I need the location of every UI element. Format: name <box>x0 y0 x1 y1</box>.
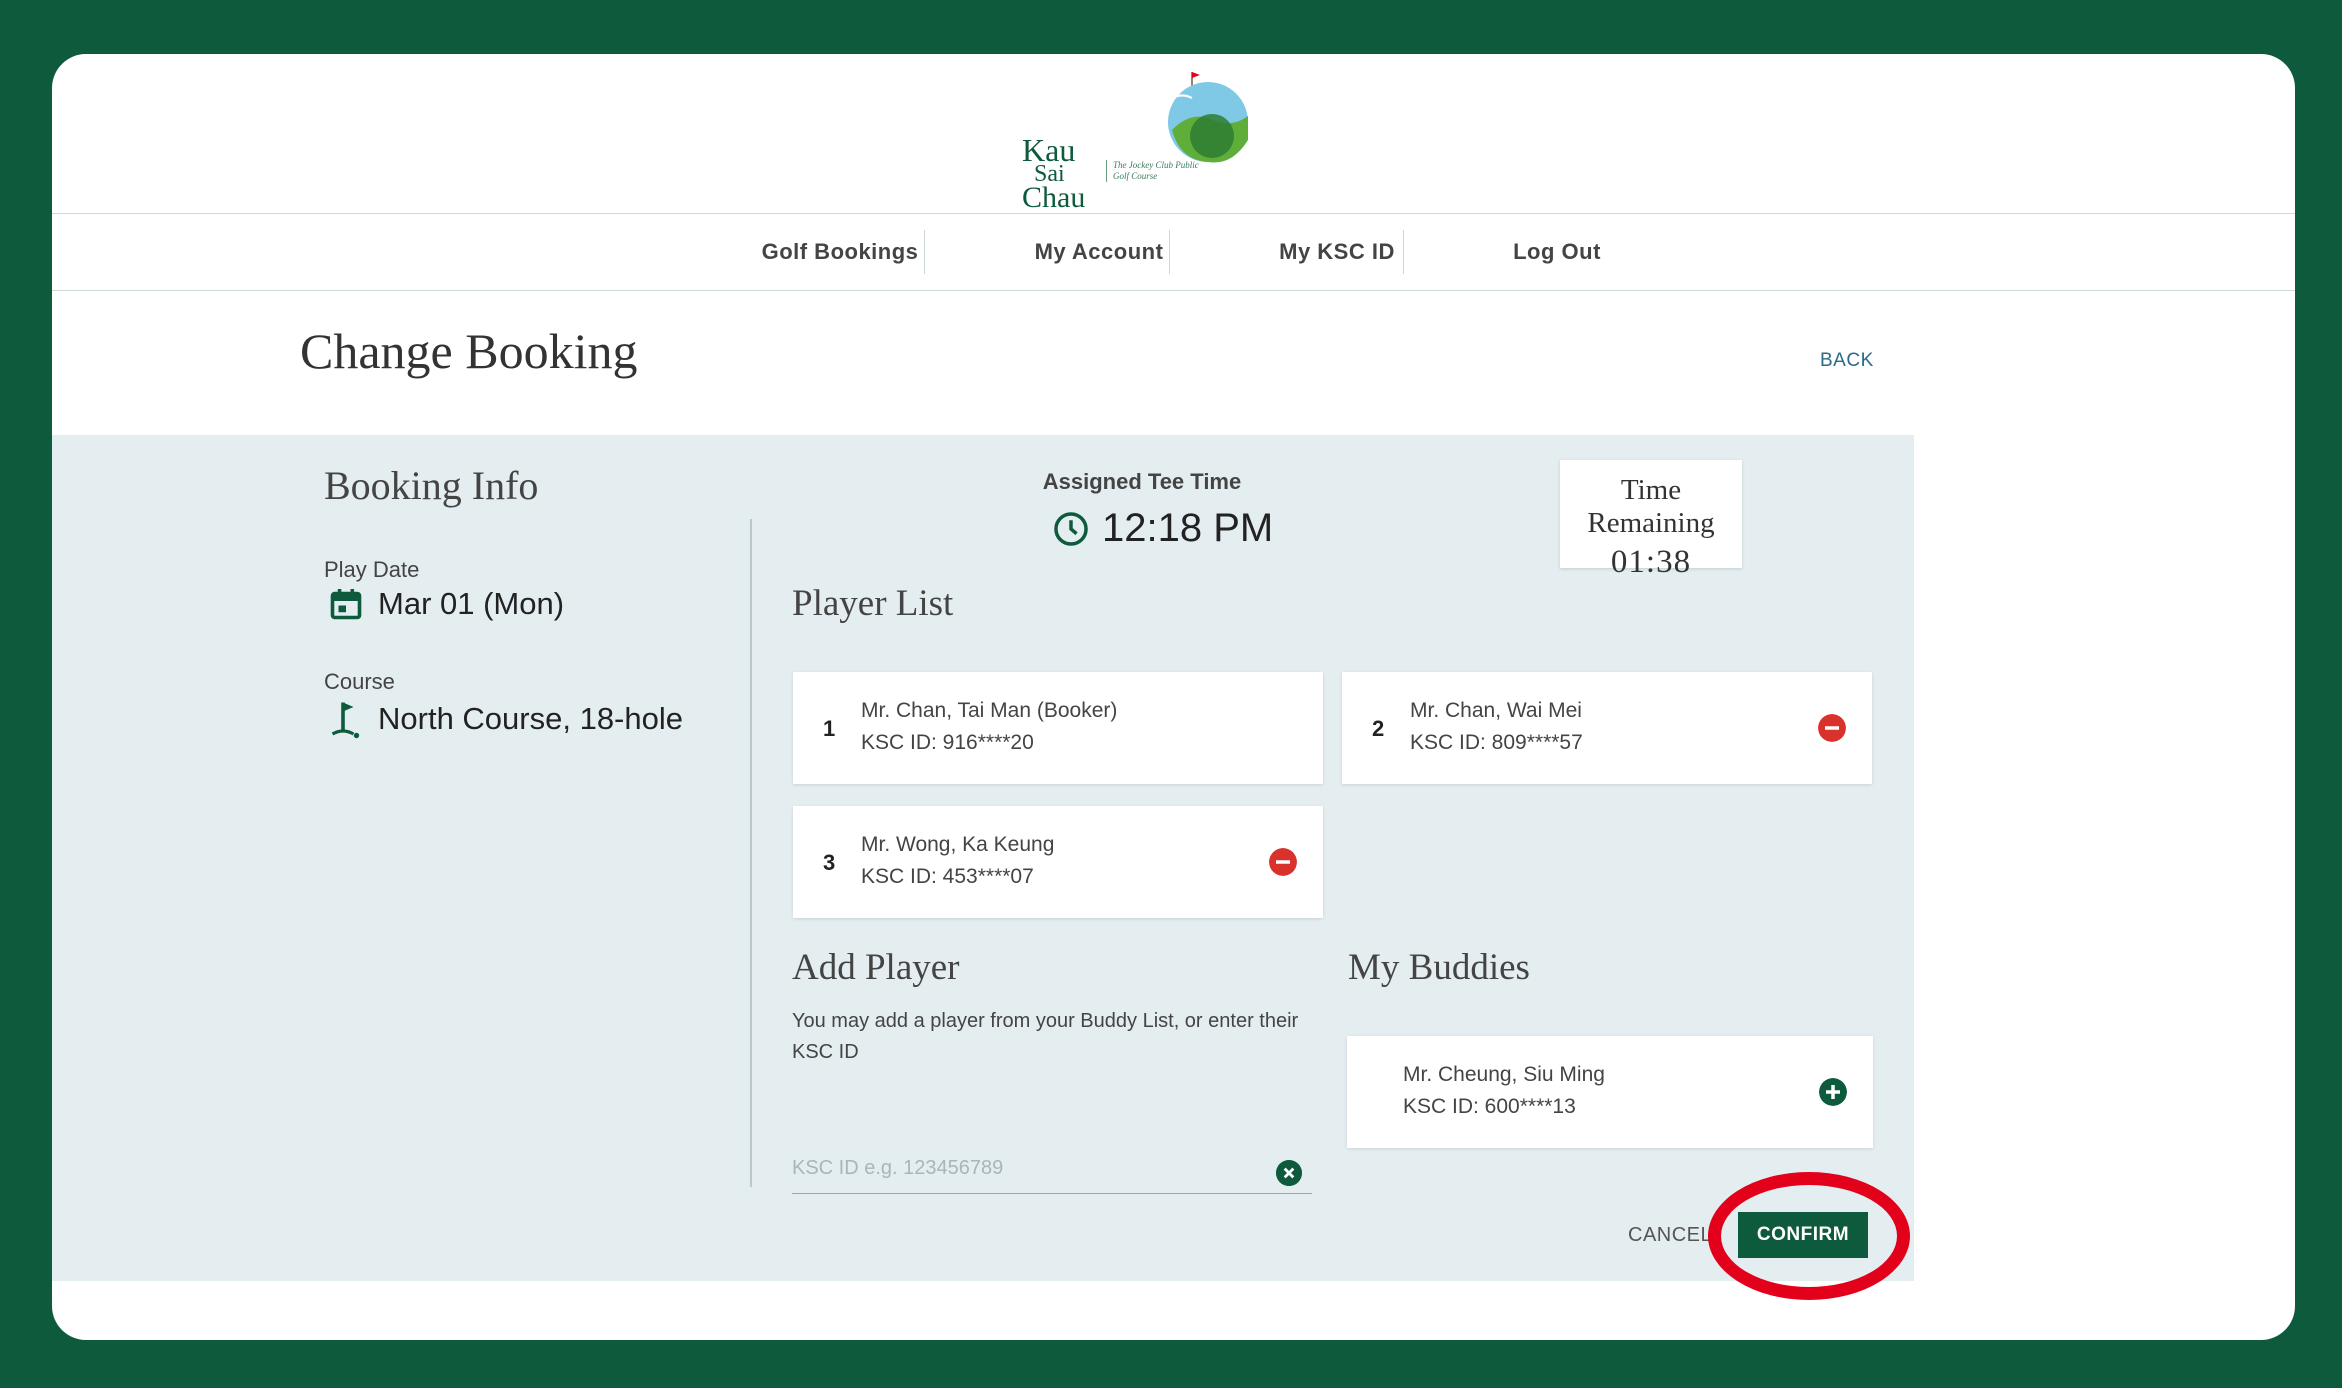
course-label: Course <box>324 669 395 694</box>
buddy-ksc-id: KSC ID: 600****13 <box>1403 1095 1576 1118</box>
browser-frame: Kau Sai Chau The Jockey Club Public Golf… <box>52 54 2295 1340</box>
kau-sai-chau-logo[interactable]: Kau Sai Chau The Jockey Club Public Golf… <box>1022 70 1252 214</box>
nav-divider <box>1403 230 1404 274</box>
logo-wordmark: Kau Sai Chau <box>1022 132 1086 214</box>
player-ksc-id: KSC ID: 916****20 <box>861 731 1034 754</box>
add-player-description: You may add a player from your Buddy Lis… <box>792 1010 1299 1063</box>
player-number: 3 <box>823 850 836 875</box>
logo-line-chau: Chau <box>1022 181 1086 214</box>
play-date-value: Mar 01 (Mon) <box>328 586 564 622</box>
time-remaining-box: Time Remaining 01:38 <box>1560 460 1742 580</box>
confirm-highlight-ring <box>1708 1172 1910 1300</box>
page-title: Change Booking <box>300 323 638 379</box>
ksc-id-input[interactable] <box>792 1144 1312 1194</box>
clear-input-icon[interactable] <box>1276 1160 1302 1186</box>
clock-icon <box>1054 511 1088 546</box>
column-divider <box>750 519 752 1187</box>
nav-log-out[interactable]: Log Out <box>1412 214 1702 290</box>
cancel-button[interactable]: CANCEL <box>1628 1224 1712 1247</box>
main-nav: Golf Bookings My Account My KSC ID Log O… <box>52 213 2295 291</box>
golf-ball-logo-icon <box>1168 72 1248 163</box>
time-remaining-label: Time Remaining <box>1587 474 1715 539</box>
booking-info-title: Booking Info <box>324 463 539 508</box>
player-name: Mr. Wong, Ka Keung <box>861 833 1055 856</box>
nav-divider <box>924 230 925 274</box>
player-number: 2 <box>1372 716 1385 741</box>
player-card: 3 Mr. Wong, Ka Keung KSC ID: 453****07 <box>793 806 1323 918</box>
nav-divider <box>1169 230 1170 274</box>
logo-subtitle: The Jockey Club Public Golf Course <box>1106 160 1216 182</box>
nav-golf-bookings[interactable]: Golf Bookings <box>692 214 988 290</box>
player-card: 2 Mr. Chan, Wai Mei KSC ID: 809****57 <box>1342 672 1872 784</box>
remove-player-icon[interactable] <box>1818 714 1846 742</box>
player-name: Mr. Chan, Tai Man (Booker) <box>861 699 1118 722</box>
play-date-text: Mar 01 (Mon) <box>378 586 565 621</box>
player-list-title: Player List <box>792 583 954 624</box>
tee-time-text: 12:18 PM <box>1102 506 1274 550</box>
course-value: North Course, 18-hole <box>328 698 683 740</box>
add-player-title: Add Player <box>792 947 960 988</box>
player-name: Mr. Chan, Wai Mei <box>1410 699 1582 722</box>
assigned-tee-time-label: Assigned Tee Time <box>1042 469 1242 494</box>
buddy-name: Mr. Cheung, Siu Ming <box>1403 1063 1605 1086</box>
logo-line-kau: Kau <box>1022 132 1076 168</box>
assigned-tee-time: 12:18 PM <box>1052 506 1273 551</box>
back-link[interactable]: BACK <box>1820 350 1874 372</box>
my-buddies-title: My Buddies <box>1348 947 1530 988</box>
player-ksc-id: KSC ID: 453****07 <box>861 865 1034 888</box>
remove-player-icon[interactable] <box>1269 848 1297 876</box>
golf-flag-icon <box>331 702 360 739</box>
time-remaining-value: 01:38 <box>1610 544 1692 580</box>
play-date-label: Play Date <box>324 557 420 582</box>
buddy-card: Mr. Cheung, Siu Ming KSC ID: 600****13 <box>1347 1036 1873 1148</box>
add-buddy-icon[interactable] <box>1819 1078 1847 1106</box>
player-number: 1 <box>823 716 836 741</box>
player-ksc-id: KSC ID: 809****57 <box>1410 731 1583 754</box>
player-card: 1 Mr. Chan, Tai Man (Booker) KSC ID: 916… <box>793 672 1323 784</box>
course-text: North Course, 18-hole <box>378 701 683 736</box>
calendar-icon <box>330 589 362 620</box>
